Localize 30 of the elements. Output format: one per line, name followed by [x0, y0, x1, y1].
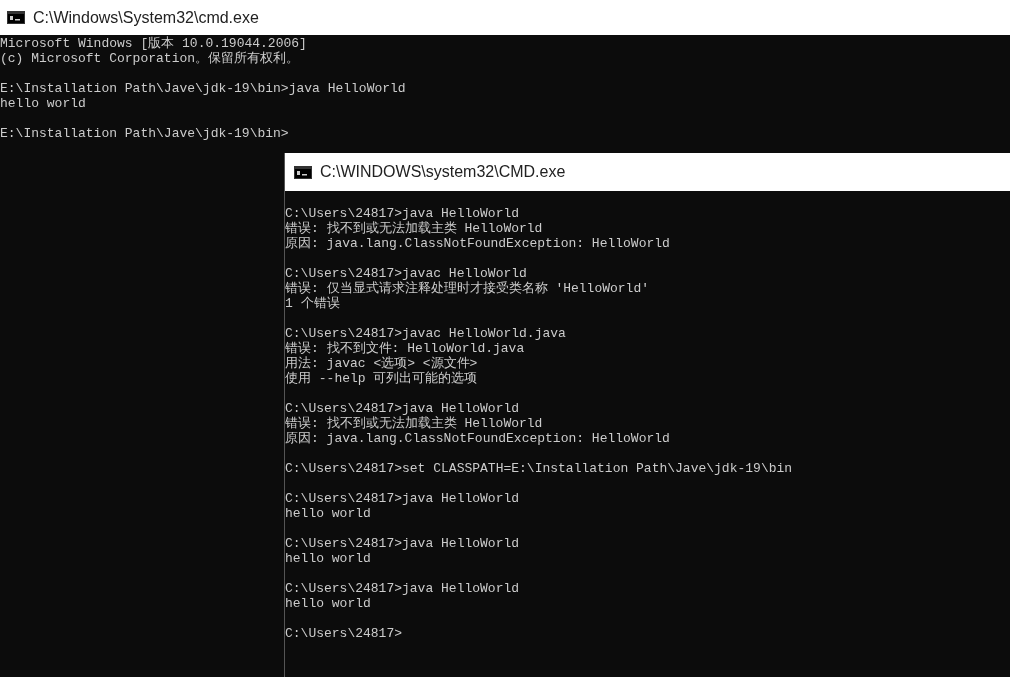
console-line: hello world: [285, 551, 371, 566]
console-icon: [294, 165, 312, 179]
console-line: 使用 --help 可列出可能的选项: [285, 371, 478, 386]
console-line: E:\Installation Path\Jave\jdk-19\bin>java HelloWorld: [0, 81, 406, 96]
console-line: hello world: [0, 96, 86, 111]
window-title: C:\Windows\System32\cmd.exe: [33, 8, 259, 27]
console-line: Microsoft Windows [版本 10.0.19044.2006]: [0, 36, 307, 51]
console-line: 原因: java.lang.ClassNotFoundException: HelloWorld: [285, 431, 670, 446]
console-line: 原因: java.lang.ClassNotFoundException: HelloWorld: [285, 236, 670, 251]
console-line: 错误: 找不到或无法加载主类 HelloWorld: [285, 221, 543, 236]
console-line: C:\Users\24817>java HelloWorld: [285, 536, 520, 551]
console-line: 错误: 仅当显式请求注释处理时才接受类名称 'HelloWorld': [285, 281, 650, 296]
console-line: 用法: javac <选项> <源文件>: [285, 356, 478, 371]
console-line: C:\Users\24817>set CLASSPATH=E:\Installation Path\Jave\jdk-19\bin: [285, 461, 793, 476]
console-line: C:\Users\24817>java HelloWorld: [285, 206, 520, 221]
console-line: (c) Microsoft Corporation。保留所有权利。: [0, 51, 300, 66]
console-line: C:\Users\24817>: [285, 626, 403, 641]
console-line: hello world: [285, 506, 371, 521]
console-line: 1 个错误: [285, 296, 340, 311]
window-title: C:\WINDOWS\system32\CMD.exe: [320, 163, 566, 181]
console-line: C:\Users\24817>java HelloWorld: [285, 491, 520, 506]
console-line: C:\Users\24817>javac HelloWorld.java: [285, 326, 566, 341]
console-line: E:\Installation Path\Jave\jdk-19\bin>: [0, 126, 289, 141]
console-line: C:\Users\24817>javac HelloWorld: [285, 266, 527, 281]
console-line: hello world: [285, 596, 371, 611]
console-line: C:\Users\24817>java HelloWorld: [285, 401, 520, 416]
console-icon: [7, 11, 25, 24]
console-line: 错误: 找不到或无法加载主类 HelloWorld: [285, 416, 543, 431]
console-line: 错误: 找不到文件: HelloWorld.java: [285, 341, 525, 356]
console-line: C:\Users\24817>java HelloWorld: [285, 581, 520, 596]
